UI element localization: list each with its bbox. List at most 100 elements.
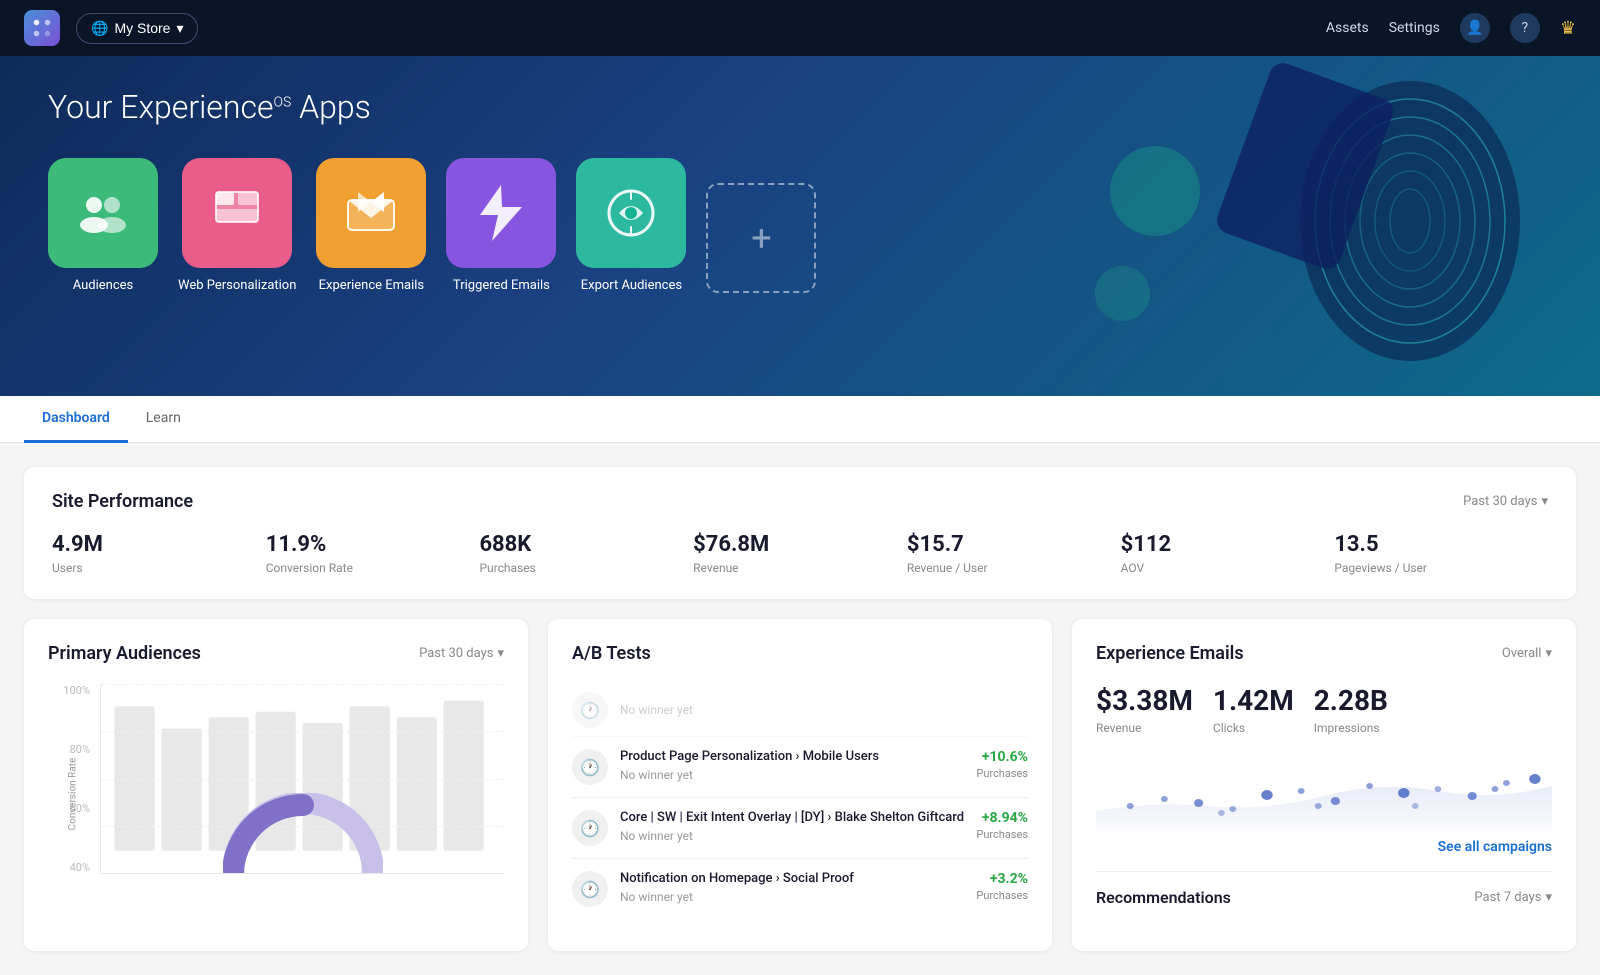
audiences-title: Primary Audiences: [48, 643, 201, 664]
email-impressions-value: 2.28B: [1314, 684, 1388, 717]
metric-revenue-user: $15.7 Revenue / User: [907, 532, 1121, 575]
app-triggered-emails[interactable]: Triggered Emails: [446, 158, 556, 293]
store-selector[interactable]: 🌐 My Store ▾: [76, 13, 198, 44]
metric-users-value: 4.9M: [52, 532, 266, 557]
email-clicks-label: Clicks: [1213, 721, 1294, 735]
nav-right: Assets Settings 👤 ? ♛: [1326, 13, 1576, 43]
audiences-chart: 100% 80% 60% 40%: [48, 684, 504, 904]
emails-period[interactable]: Overall ▾: [1502, 646, 1552, 661]
main-content: Site Performance Past 30 days ▾ 4.9M Use…: [0, 443, 1600, 975]
chevron-down-icon: ▾: [176, 20, 183, 37]
navbar: 🌐 My Store ▾ Assets Settings 👤 ? ♛: [0, 0, 1600, 56]
email-metric-clicks: 1.42M Clicks: [1213, 684, 1294, 735]
ab-tests-title: A/B Tests: [572, 643, 651, 664]
assets-link[interactable]: Assets: [1326, 20, 1369, 36]
experience-emails-label: Experience Emails: [319, 278, 425, 293]
user-icon[interactable]: 👤: [1460, 13, 1490, 43]
ab-clock-3: 🕐: [572, 871, 608, 907]
metric-users-label: Users: [52, 561, 266, 575]
chart-area-inner: [100, 684, 504, 874]
ab-name-2: Core | SW | Exit Intent Overlay | [DY] ›…: [620, 810, 964, 827]
ab-pct-1: +10.6%: [976, 749, 1028, 765]
email-metric-impressions: 2.28B Impressions: [1314, 684, 1388, 735]
triggered-emails-label: Triggered Emails: [453, 278, 550, 293]
ab-clock-icon: 🕐: [572, 692, 608, 728]
ab-name-1: Product Page Personalization › Mobile Us…: [620, 749, 964, 766]
ab-tests-header: A/B Tests: [572, 643, 1028, 664]
store-label: My Store: [114, 20, 170, 36]
metric-pageviews: 13.5 Pageviews / User: [1334, 532, 1548, 575]
ab-status-2: No winner yet: [620, 829, 964, 843]
metric-purchases-value: 688K: [479, 532, 693, 557]
ab-metric-2: +8.94% Purchases: [976, 810, 1028, 841]
hero-section: Your ExperienceOS Apps Audiences: [0, 56, 1600, 396]
tab-bar: Dashboard Learn: [0, 396, 1600, 443]
metric-revenue-value: $76.8M: [693, 532, 907, 557]
ab-status-3: No winner yet: [620, 890, 964, 904]
lower-grid: Primary Audiences Past 30 days ▾ 100% 80…: [24, 619, 1576, 951]
metric-revenue-user-value: $15.7: [907, 532, 1121, 557]
audiences-period[interactable]: Past 30 days ▾: [419, 646, 504, 661]
ab-metric-label-3: Purchases: [976, 889, 1028, 902]
metric-users: 4.9M Users: [52, 532, 266, 575]
primary-audiences-card: Primary Audiences Past 30 days ▾ 100% 80…: [24, 619, 528, 951]
email-metric-revenue: $3.38M Revenue: [1096, 684, 1193, 735]
recommendations-section: Recommendations Past 7 days ▾: [1096, 871, 1552, 907]
ab-metric-label-2: Purchases: [976, 828, 1028, 841]
ab-item-2[interactable]: 🕐 Core | SW | Exit Intent Overlay | [DY]…: [572, 798, 1028, 859]
ab-metric-3: +3.2% Purchases: [976, 871, 1028, 902]
ab-info-3: Notification on Homepage › Social Proof …: [620, 871, 964, 904]
logo[interactable]: [24, 10, 60, 46]
export-audiences-icon: [576, 158, 686, 268]
experience-emails-card: Experience Emails Overall ▾ $3.38M Reven…: [1072, 619, 1576, 951]
ab-info-2: Core | SW | Exit Intent Overlay | [DY] ›…: [620, 810, 964, 843]
recommendations-header: Recommendations Past 7 days ▾: [1096, 888, 1552, 907]
email-revenue-label: Revenue: [1096, 721, 1193, 735]
scatter-chart: [1096, 751, 1552, 831]
app-web-personalization[interactable]: Web Personalization: [178, 158, 296, 293]
metric-aov-label: AOV: [1121, 561, 1335, 575]
crown-icon[interactable]: ♛: [1560, 18, 1576, 39]
app-add[interactable]: +: [706, 183, 816, 293]
y-axis-title: Conversion Rate: [68, 709, 79, 879]
y-label-100: 100%: [63, 684, 90, 697]
site-perf-title: Site Performance: [52, 491, 193, 512]
metrics-row: 4.9M Users 11.9% Conversion Rate 688K Pu…: [52, 532, 1548, 575]
ab-item-1[interactable]: 🕐 Product Page Personalization › Mobile …: [572, 737, 1028, 798]
nav-left: 🌐 My Store ▾: [24, 10, 198, 46]
tab-dashboard[interactable]: Dashboard: [24, 396, 128, 443]
site-performance-card: Site Performance Past 30 days ▾ 4.9M Use…: [24, 467, 1576, 599]
app-export-audiences[interactable]: Export Audiences: [576, 158, 686, 293]
email-impressions-label: Impressions: [1314, 721, 1388, 735]
ab-tests-card: A/B Tests 🕐 No winner yet 🕐 Product Page…: [548, 619, 1052, 951]
export-audiences-label: Export Audiences: [581, 278, 682, 293]
recommendations-period[interactable]: Past 7 days ▾: [1474, 890, 1552, 905]
tab-learn[interactable]: Learn: [128, 396, 199, 443]
ab-metric-1: +10.6% Purchases: [976, 749, 1028, 780]
ab-clock-2: 🕐: [572, 810, 608, 846]
metric-purchases: 688K Purchases: [479, 532, 693, 575]
ab-metric-label-1: Purchases: [976, 767, 1028, 780]
email-revenue-value: $3.38M: [1096, 684, 1193, 717]
ab-info-1: Product Page Personalization › Mobile Us…: [620, 749, 964, 782]
see-campaigns-link[interactable]: See all campaigns: [1096, 839, 1552, 855]
site-perf-period[interactable]: Past 30 days ▾: [1463, 494, 1548, 509]
metric-aov: $112 AOV: [1121, 532, 1335, 575]
add-app-icon[interactable]: +: [706, 183, 816, 293]
email-clicks-value: 1.42M: [1213, 684, 1294, 717]
audiences-icon: [48, 158, 158, 268]
ab-item-partial: 🕐 No winner yet: [572, 684, 1028, 737]
app-experience-emails[interactable]: Experience Emails: [316, 158, 426, 293]
ab-pct-2: +8.94%: [976, 810, 1028, 826]
help-icon[interactable]: ?: [1510, 13, 1540, 43]
chevron-down-icon: ▾: [1541, 494, 1548, 509]
metric-revenue-user-label: Revenue / User: [907, 561, 1121, 575]
app-audiences[interactable]: Audiences: [48, 158, 158, 293]
site-perf-header: Site Performance Past 30 days ▾: [52, 491, 1548, 512]
metric-purchases-label: Purchases: [479, 561, 693, 575]
ab-item-3[interactable]: 🕐 Notification on Homepage › Social Proo…: [572, 859, 1028, 919]
emails-header: Experience Emails Overall ▾: [1096, 643, 1552, 664]
metric-pageviews-label: Pageviews / User: [1334, 561, 1548, 575]
settings-link[interactable]: Settings: [1389, 20, 1440, 36]
metric-conversion-value: 11.9%: [266, 532, 480, 557]
